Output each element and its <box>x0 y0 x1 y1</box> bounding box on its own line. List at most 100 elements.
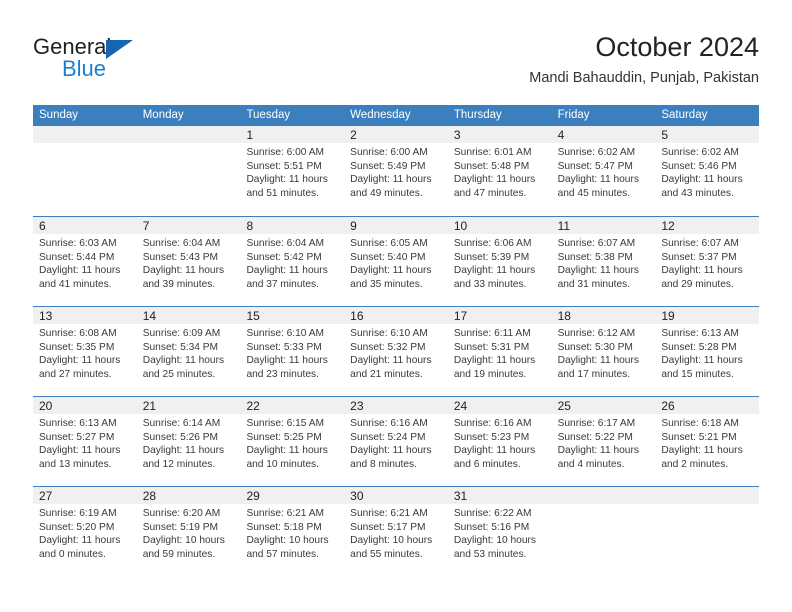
day-cell[interactable]: 22 Sunrise: 6:15 AM Sunset: 5:25 PM Dayligh… <box>240 397 345 486</box>
day-cell[interactable]: 17 Sunrise: 6:11 AM Sunset: 5:31 PM Dayligh… <box>447 307 552 396</box>
day-cell[interactable]: 23 Sunrise: 6:16 AM Sunset: 5:24 PM Dayligh… <box>344 397 448 486</box>
title-block: October 2024 Mandi Bahauddin, Punjab, Pa… <box>529 30 759 89</box>
day-cell[interactable]: 2 Sunrise: 6:00 AM Sunset: 5:49 PM Daylight… <box>344 126 448 216</box>
sunset-text: Sunset: 5:30 PM <box>557 341 633 353</box>
day-cell[interactable]: 4 Sunrise: 6:02 AM Sunset: 5:47 PM Daylight… <box>551 126 656 216</box>
day-number-band: 11 <box>551 217 656 234</box>
daylight-text-line2: and 39 minutes. <box>142 278 216 290</box>
page-subtitle: Mandi Bahauddin, Punjab, Pakistan <box>529 70 759 86</box>
weekday-header-row: Sunday Monday Tuesday Wednesday Thursday… <box>33 105 759 126</box>
day-cell[interactable]: 11 Sunrise: 6:07 AM Sunset: 5:38 PM Dayligh… <box>551 217 656 306</box>
day-cell[interactable]: 5 Sunrise: 6:02 AM Sunset: 5:46 PM Daylight… <box>655 126 760 216</box>
day-cell[interactable]: 21 Sunrise: 6:14 AM Sunset: 5:26 PM Dayligh… <box>136 397 241 486</box>
day-cell[interactable]: 6 Sunrise: 6:03 AM Sunset: 5:44 PM Daylight… <box>33 217 137 306</box>
day-cell[interactable]: 20 Sunrise: 6:13 AM Sunset: 5:27 PM Dayligh… <box>33 397 137 486</box>
day-number: 30 <box>350 489 364 503</box>
calendar-week-row: 13 Sunrise: 6:08 AM Sunset: 5:35 PM Dayligh… <box>33 306 760 396</box>
day-cell[interactable]: 3 Sunrise: 6:01 AM Sunset: 5:48 PM Daylight… <box>447 126 552 216</box>
day-cell[interactable]: 8 Sunrise: 6:04 AM Sunset: 5:42 PM Daylight… <box>240 217 345 306</box>
day-number: 19 <box>661 309 675 323</box>
day-number-band: 25 <box>551 397 656 414</box>
daylight-text-line2: and 33 minutes. <box>453 278 527 290</box>
day-cell[interactable]: 19 Sunrise: 6:13 AM Sunset: 5:28 PM Dayligh… <box>655 307 760 396</box>
daylight-text-line1: Daylight: 11 hours <box>350 355 432 367</box>
day-number: 18 <box>557 309 571 323</box>
generalblue-logo[interactable]: General Blue <box>33 34 193 86</box>
day-number: 5 <box>661 128 668 142</box>
day-cell[interactable]: 25 Sunrise: 6:17 AM Sunset: 5:22 PM Dayligh… <box>551 397 656 486</box>
daylight-text-line1: Daylight: 11 hours <box>246 445 328 457</box>
daylight-text-line1: Daylight: 11 hours <box>39 445 121 457</box>
day-cell[interactable]: 10 Sunrise: 6:06 AM Sunset: 5:39 PM Dayligh… <box>447 217 552 306</box>
day-cell[interactable]: 16 Sunrise: 6:10 AM Sunset: 5:32 PM Dayligh… <box>344 307 448 396</box>
day-sun-info: Sunrise: 6:02 AM Sunset: 5:46 PM Daylight:… <box>655 143 759 200</box>
day-cell[interactable]: 15 Sunrise: 6:10 AM Sunset: 5:33 PM Dayligh… <box>240 307 345 396</box>
day-cell[interactable]: 31 Sunrise: 6:22 AM Sunset: 5:16 PM Dayligh… <box>447 487 552 576</box>
logo-triangle-icon <box>106 40 133 59</box>
sunset-text: Sunset: 5:34 PM <box>142 341 219 353</box>
day-number-band: 7 <box>136 217 241 234</box>
daylight-text-line2: and 4 minutes. <box>557 458 625 470</box>
day-cell[interactable]: 12 Sunrise: 6:07 AM Sunset: 5:37 PM Dayligh… <box>655 217 760 306</box>
day-number: 29 <box>246 489 260 503</box>
daylight-text-line1: Daylight: 11 hours <box>246 174 328 186</box>
day-sun-info: Sunrise: 6:04 AM Sunset: 5:42 PM Daylight:… <box>240 234 344 291</box>
sunset-text: Sunset: 5:28 PM <box>661 341 737 353</box>
day-cell[interactable]: 26 Sunrise: 6:18 AM Sunset: 5:21 PM Dayligh… <box>655 397 760 486</box>
day-cell[interactable]: 14 Sunrise: 6:09 AM Sunset: 5:34 PM Dayligh… <box>136 307 241 396</box>
daylight-text-line2: and 2 minutes. <box>661 458 729 470</box>
day-number-band: 19 <box>655 307 760 324</box>
sunset-text: Sunset: 5:26 PM <box>142 431 219 443</box>
daylight-text-line2: and 21 minutes. <box>350 368 423 380</box>
day-cell[interactable]: 1 Sunrise: 6:00 AM Sunset: 5:51 PM Daylight… <box>240 126 345 216</box>
sunset-text: Sunset: 5:48 PM <box>453 160 530 172</box>
day-number: 14 <box>142 309 157 323</box>
sunrise-text: Sunrise: 6:10 AM <box>350 328 428 339</box>
day-number-band: 9 <box>344 217 448 234</box>
weekday-tuesday: Tuesday <box>246 109 291 121</box>
day-cell-empty <box>655 487 760 576</box>
sunrise-text: Sunrise: 6:16 AM <box>453 418 532 429</box>
sunset-text: Sunset: 5:49 PM <box>350 160 426 172</box>
calendar-week-row: 1 Sunrise: 6:00 AM Sunset: 5:51 PM Daylight… <box>33 126 760 216</box>
sunrise-text: Sunrise: 6:13 AM <box>39 418 117 429</box>
day-cell[interactable]: 27 Sunrise: 6:19 AM Sunset: 5:20 PM Dayligh… <box>33 487 137 576</box>
day-cell[interactable]: 7 Sunrise: 6:04 AM Sunset: 5:43 PM Daylight… <box>136 217 241 306</box>
day-cell-empty <box>551 487 656 576</box>
sunrise-text: Sunrise: 6:20 AM <box>142 508 221 519</box>
sunrise-text: Sunrise: 6:04 AM <box>142 238 221 249</box>
day-sun-info: Sunrise: 6:14 AM Sunset: 5:26 PM Daylight:… <box>137 414 241 471</box>
day-number-band: 18 <box>551 307 656 324</box>
daylight-text-line2: and 35 minutes. <box>350 278 423 290</box>
day-cell[interactable]: 13 Sunrise: 6:08 AM Sunset: 5:35 PM Dayligh… <box>33 307 137 396</box>
day-sun-info: Sunrise: 6:21 AM Sunset: 5:18 PM Daylight:… <box>240 504 344 561</box>
day-number: 28 <box>142 489 157 503</box>
day-sun-info: Sunrise: 6:07 AM Sunset: 5:37 PM Daylight:… <box>655 234 759 291</box>
day-number-band: 15 <box>240 307 345 324</box>
calendar-grid: Sunday Monday Tuesday Wednesday Thursday… <box>33 105 760 576</box>
daylight-text-line1: Daylight: 11 hours <box>350 174 432 186</box>
day-cell[interactable]: 28 Sunrise: 6:20 AM Sunset: 5:19 PM Dayligh… <box>136 487 241 576</box>
sunrise-text: Sunrise: 6:06 AM <box>453 238 532 249</box>
day-sun-info: Sunrise: 6:16 AM Sunset: 5:24 PM Daylight:… <box>344 414 448 471</box>
day-number-band: 26 <box>655 397 760 414</box>
weekday-sunday: Sunday <box>39 109 79 121</box>
sunrise-text: Sunrise: 6:16 AM <box>350 418 428 429</box>
weekday-thursday: Thursday <box>453 109 502 121</box>
daylight-text-line1: Daylight: 11 hours <box>142 445 225 457</box>
day-number: 11 <box>557 219 571 233</box>
daylight-text-line2: and 49 minutes. <box>350 187 423 199</box>
sunrise-text: Sunrise: 6:02 AM <box>661 147 739 158</box>
daylight-text-line1: Daylight: 10 hours <box>246 535 329 547</box>
calendar-page: General Blue October 2024 Mandi Bahauddi… <box>0 0 792 612</box>
daylight-text-line2: and 55 minutes. <box>350 548 423 560</box>
daylight-text-line1: Daylight: 11 hours <box>39 355 121 367</box>
day-number-band: 2 <box>344 126 448 143</box>
day-cell[interactable]: 24 Sunrise: 6:16 AM Sunset: 5:23 PM Dayligh… <box>447 397 552 486</box>
day-cell[interactable]: 18 Sunrise: 6:12 AM Sunset: 5:30 PM Dayligh… <box>551 307 656 396</box>
day-cell[interactable]: 29 Sunrise: 6:21 AM Sunset: 5:18 PM Dayligh… <box>240 487 345 576</box>
day-cell[interactable]: 30 Sunrise: 6:21 AM Sunset: 5:17 PM Dayligh… <box>344 487 448 576</box>
daylight-text-line1: Daylight: 11 hours <box>350 265 432 277</box>
day-cell[interactable]: 9 Sunrise: 6:05 AM Sunset: 5:40 PM Daylight… <box>344 217 448 306</box>
weekday-wednesday: Wednesday <box>350 109 411 121</box>
